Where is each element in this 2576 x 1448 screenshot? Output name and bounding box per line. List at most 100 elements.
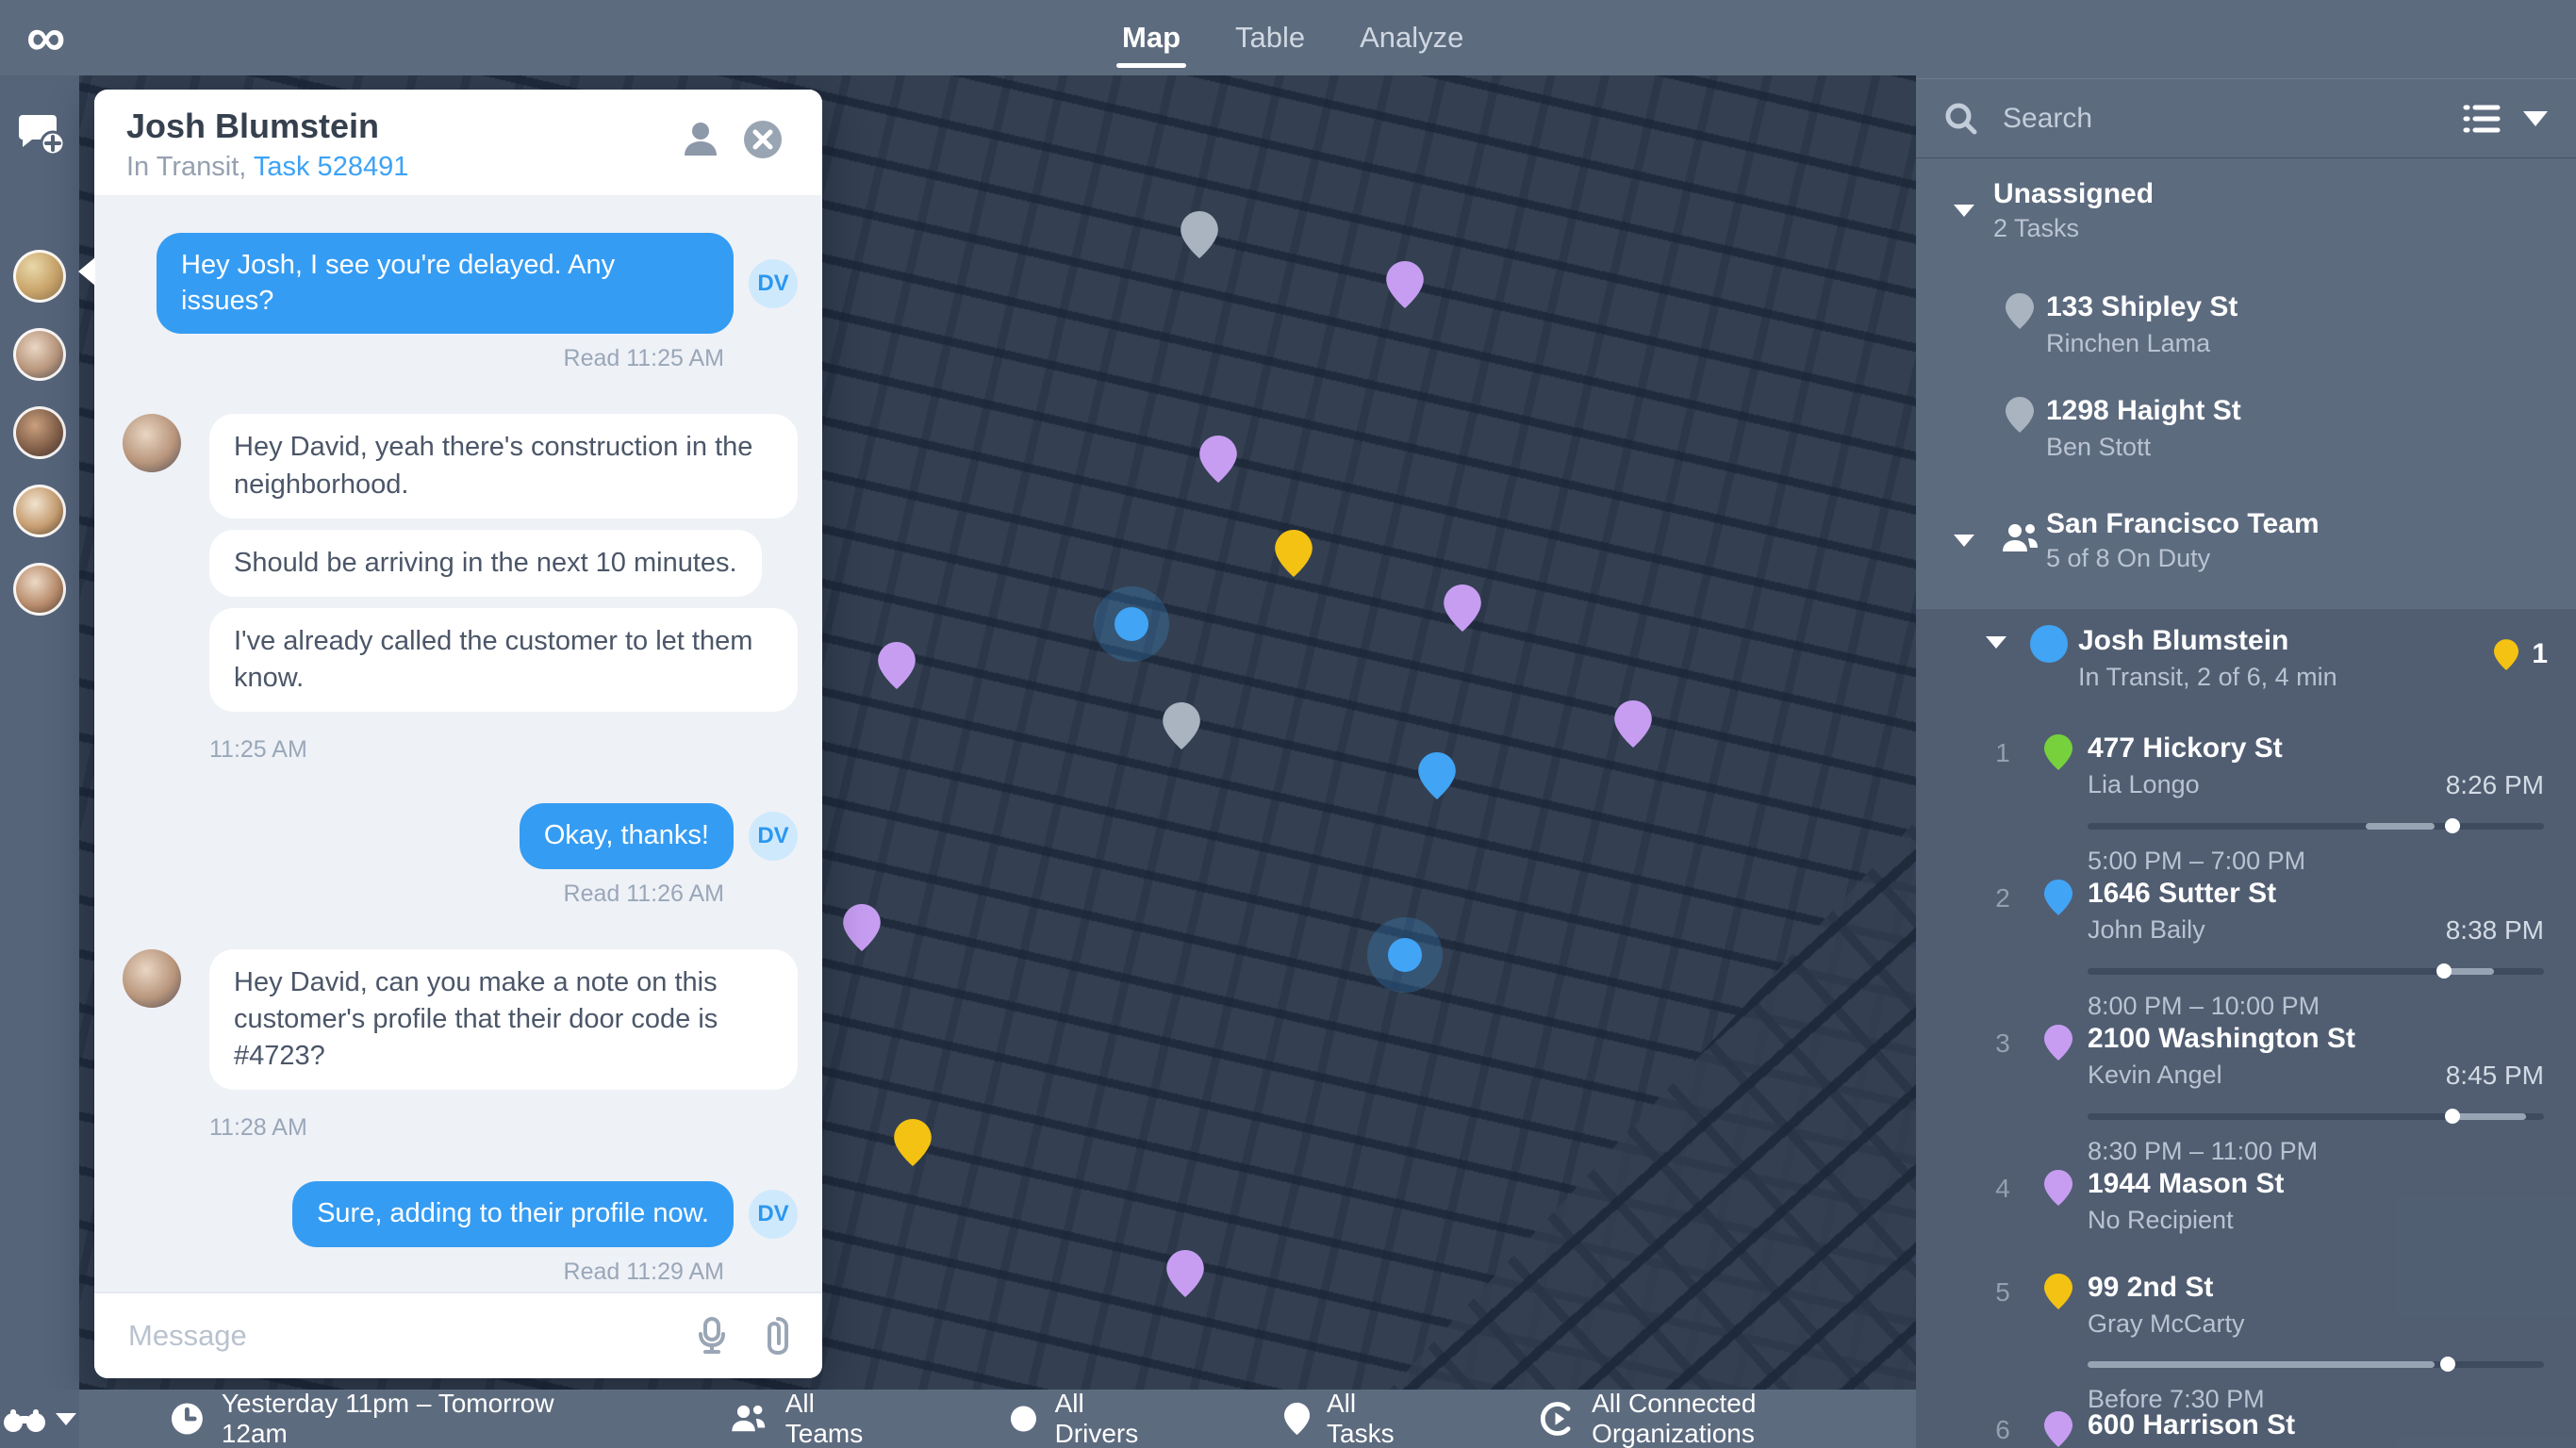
orgs-filter[interactable]: All Connected Organizations bbox=[1540, 1389, 1916, 1448]
task-progress-bar bbox=[2088, 823, 2544, 830]
message-bubble-received: Should be arriving in the next 10 minute… bbox=[209, 530, 762, 597]
route-task-row[interactable]: 2 1646 Sutter St John Baily8:38 PM 8:00 … bbox=[1916, 878, 2576, 1021]
tab-table[interactable]: Table bbox=[1235, 0, 1305, 75]
pin-icon-purple bbox=[2044, 1409, 2072, 1447]
route-task-row[interactable]: 3 2100 Washington St Kevin Angel8:45 PM … bbox=[1916, 1023, 2576, 1166]
map-pin-yellow[interactable] bbox=[1275, 530, 1313, 577]
search-icon bbox=[1944, 102, 1978, 136]
driver-row-josh[interactable]: Josh Blumstein In Transit, 2 of 6, 4 min… bbox=[1916, 625, 2576, 692]
driver-dot-icon bbox=[1009, 1404, 1038, 1434]
badge-count: 1 bbox=[2532, 638, 2548, 670]
group-header-unassigned[interactable]: Unassigned 2 Tasks bbox=[1916, 176, 2576, 245]
message-bubble-received: Hey David, can you make a note on this c… bbox=[209, 949, 798, 1090]
route-task-row[interactable]: 4 1944 Mason St No Recipient bbox=[1916, 1168, 2576, 1235]
tasks-filter[interactable]: All Tasks bbox=[1284, 1389, 1427, 1448]
unassigned-task-row[interactable]: 133 Shipley St Rinchen Lama bbox=[1916, 291, 2576, 358]
task-progress-bar bbox=[2088, 1361, 2544, 1368]
dispatcher-avatar: DV bbox=[749, 259, 798, 308]
tab-analyze[interactable]: Analyze bbox=[1360, 0, 1463, 75]
chat-message-list: Hey Josh, I see you're delayed. Any issu… bbox=[94, 195, 822, 1292]
app-logo-infinity-icon[interactable]: ∞ bbox=[26, 8, 65, 68]
task-seq: 3 bbox=[1995, 1023, 2010, 1059]
message-input[interactable] bbox=[126, 1318, 658, 1354]
map-pin-purple[interactable] bbox=[878, 642, 916, 689]
map-pin-purple[interactable] bbox=[1386, 261, 1424, 308]
teams-filter-label: All Teams bbox=[785, 1389, 896, 1448]
message-bubble-received: Hey David, yeah there's construction in … bbox=[209, 414, 798, 518]
message-bubble-sent: Sure, adding to their profile now. bbox=[292, 1181, 734, 1247]
dispatcher-avatar: DV bbox=[749, 1190, 798, 1239]
driver-status: In Transit, 2 of 6, 4 min bbox=[2078, 663, 2544, 692]
driver-avatar[interactable] bbox=[13, 563, 66, 616]
driver-avatar[interactable] bbox=[13, 485, 66, 537]
app-root: ∞ Map Table Analyze ? bbox=[0, 0, 2576, 1448]
chat-driver-status: In Transit, Task 528491 bbox=[126, 152, 408, 183]
list-view-icon[interactable] bbox=[2463, 103, 2501, 135]
pin-icon-yellow bbox=[2494, 639, 2518, 670]
collapse-caret-icon[interactable] bbox=[1954, 535, 1974, 547]
attachment-icon[interactable] bbox=[766, 1316, 790, 1356]
driver-profile-icon[interactable] bbox=[679, 118, 722, 166]
map-pin-purple[interactable] bbox=[1199, 436, 1237, 483]
pin-icon bbox=[1284, 1402, 1310, 1436]
drivers-filter[interactable]: All Drivers bbox=[1009, 1389, 1171, 1448]
map-pin-purple[interactable] bbox=[1444, 584, 1481, 632]
task-recipient: Kevin Angel bbox=[2088, 1061, 2222, 1091]
task-recipient: Lia Longo bbox=[2088, 770, 2200, 800]
driver-avatar[interactable] bbox=[13, 250, 66, 303]
driver-avatar[interactable] bbox=[13, 406, 66, 459]
collapse-caret-icon[interactable] bbox=[1986, 636, 2006, 649]
pin-icon-yellow bbox=[2044, 1272, 2072, 1309]
teams-filter[interactable]: All Teams bbox=[728, 1389, 895, 1448]
pin-icon-purple bbox=[2044, 1168, 2072, 1206]
map-pin-purple[interactable] bbox=[843, 904, 881, 951]
unassigned-task-row[interactable]: 1298 Haight St Ben Stott bbox=[1916, 395, 2576, 462]
message-bubble-sent: Hey Josh, I see you're delayed. Any issu… bbox=[157, 233, 734, 334]
filter-bar: Yesterday 11pm – Tomorrow 12am All Teams… bbox=[0, 1390, 1916, 1448]
pin-icon-green bbox=[2044, 732, 2072, 770]
route-task-row[interactable]: 1 477 Hickory St Lia Longo8:26 PM 5:00 P… bbox=[1916, 732, 2576, 876]
group-title: Unassigned bbox=[1993, 176, 2544, 212]
team-subtitle: 5 of 8 On Duty bbox=[2046, 542, 2544, 575]
pin-icon-gray bbox=[2006, 395, 2034, 433]
map-pin-yellow[interactable] bbox=[894, 1119, 932, 1166]
chat-header: Josh Blumstein In Transit, Task 528491 bbox=[94, 90, 822, 195]
task-link[interactable]: Task 528491 bbox=[254, 152, 408, 182]
read-receipt: Read 11:29 AM bbox=[123, 1259, 724, 1286]
chat-message-received: Hey David, yeah there's construction in … bbox=[123, 414, 798, 764]
map-pin-gray[interactable] bbox=[1163, 702, 1200, 749]
chat-message-received: Hey David, can you make a note on this c… bbox=[123, 949, 798, 1142]
task-address: 1646 Sutter St bbox=[2088, 878, 2544, 910]
group-header-team[interactable]: San Francisco Team 5 of 8 On Duty bbox=[1916, 506, 2576, 575]
chat-sidebar bbox=[0, 75, 79, 1390]
pin-icon-purple bbox=[2044, 1023, 2072, 1061]
time-filter[interactable]: Yesterday 11pm – Tomorrow 12am bbox=[170, 1389, 615, 1448]
collapse-caret-icon[interactable] bbox=[1954, 205, 1974, 217]
task-address: 1944 Mason St bbox=[2088, 1168, 2544, 1200]
view-tabs: Map Table Analyze bbox=[1122, 0, 1463, 75]
task-seq: 1 bbox=[1995, 732, 2010, 768]
microphone-icon[interactable] bbox=[698, 1317, 726, 1355]
map-visibility-control[interactable] bbox=[0, 1390, 79, 1448]
chat-status-text: In Transit, bbox=[126, 152, 254, 182]
route-task-row[interactable]: 5 99 2nd St Gray McCarty Before 7:30 PM bbox=[1916, 1272, 2576, 1414]
new-chat-icon[interactable] bbox=[15, 109, 66, 163]
map-pin-purple[interactable] bbox=[1166, 1250, 1204, 1297]
pin-icon-gray bbox=[2006, 291, 2034, 329]
chevron-down-icon bbox=[56, 1413, 76, 1425]
task-eta: 8:26 PM bbox=[2446, 770, 2544, 800]
chevron-down-icon[interactable] bbox=[2523, 111, 2548, 126]
map-pin-blue[interactable] bbox=[1418, 752, 1456, 799]
task-window: 8:00 PM – 10:00 PM bbox=[2088, 992, 2544, 1021]
map-pin-purple[interactable] bbox=[1614, 700, 1652, 748]
driver-avatar-josh[interactable] bbox=[13, 328, 66, 381]
close-chat-icon[interactable] bbox=[741, 118, 784, 166]
task-eta: 8:38 PM bbox=[2446, 915, 2544, 946]
clock-icon bbox=[170, 1401, 205, 1437]
group-subtitle: 2 Tasks bbox=[1993, 212, 2544, 245]
tab-map[interactable]: Map bbox=[1122, 0, 1181, 75]
map-pin-gray[interactable] bbox=[1181, 211, 1218, 258]
task-address: 2100 Washington St bbox=[2088, 1023, 2544, 1055]
route-task-row[interactable]: 6 600 Harrison St Brian Rekasis bbox=[1916, 1409, 2576, 1448]
search-input[interactable] bbox=[2001, 102, 2440, 136]
